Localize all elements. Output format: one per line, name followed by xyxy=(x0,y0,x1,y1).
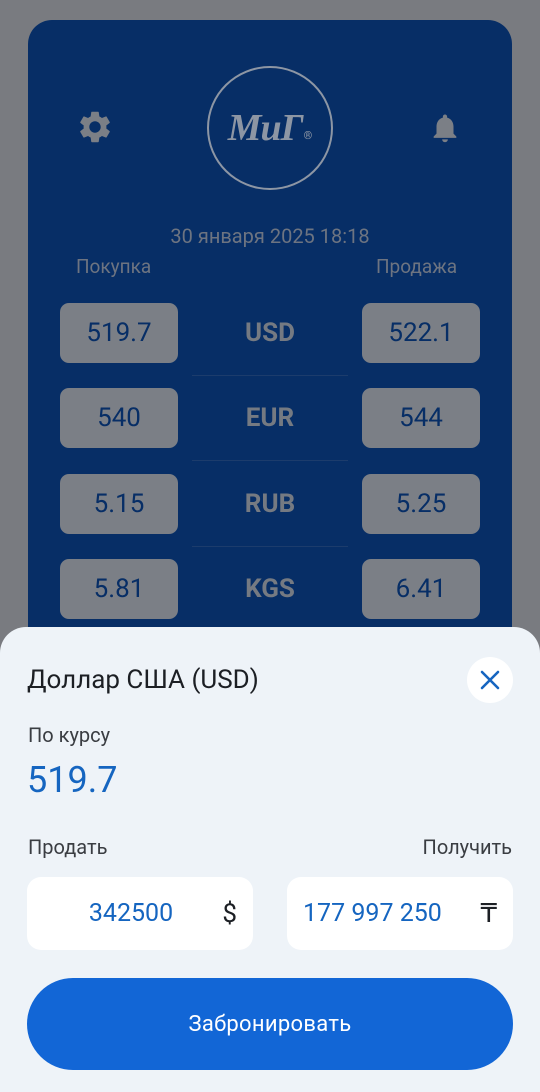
eur-sell-rate[interactable]: 544 xyxy=(362,388,480,448)
sell-amount-field[interactable]: $ xyxy=(27,877,253,950)
usd-currency-code: USD xyxy=(244,318,296,348)
eur-currency-code: EUR xyxy=(245,403,295,433)
dollar-sign: $ xyxy=(222,898,237,929)
gear-icon xyxy=(80,111,110,143)
kgs-currency-code: KGS xyxy=(245,574,295,604)
bell-icon xyxy=(433,114,457,143)
get-label: Получить xyxy=(422,835,512,859)
row-divider xyxy=(192,546,348,547)
kgs-buy-rate[interactable]: 5.81 xyxy=(60,559,178,619)
eur-buy-rate[interactable]: 540 xyxy=(60,388,178,448)
settings-button[interactable] xyxy=(76,108,114,146)
rub-buy-rate[interactable]: 5.15 xyxy=(60,474,178,534)
book-button[interactable]: Забронировать xyxy=(27,978,513,1070)
rate-value: 519.7 xyxy=(27,759,118,801)
usd-buy-rate[interactable]: 519.7 xyxy=(60,303,178,363)
tenge-sign: ₸ xyxy=(480,898,497,929)
sell-amount-input[interactable] xyxy=(27,899,253,928)
get-amount-field[interactable]: ₸ xyxy=(287,877,513,950)
logo-text: МиГ xyxy=(227,107,304,149)
close-button[interactable] xyxy=(467,657,513,703)
rates-datetime: 30 января 2025 18:18 xyxy=(170,224,370,248)
sell-column-header: Продажа xyxy=(376,255,458,278)
rub-sell-rate[interactable]: 5.25 xyxy=(362,474,480,534)
buy-column-header: Покупка xyxy=(76,255,152,278)
notifications-button[interactable] xyxy=(428,110,462,146)
get-amount-input[interactable] xyxy=(287,899,513,928)
logo-registered-mark: ® xyxy=(303,128,313,142)
row-divider xyxy=(192,375,348,376)
sheet-title: Доллар США (USD) xyxy=(27,665,259,695)
sell-label: Продать xyxy=(28,835,108,859)
rate-label: По курсу xyxy=(28,723,111,747)
kgs-sell-rate[interactable]: 6.41 xyxy=(362,559,480,619)
mig-logo: МиГ ® xyxy=(207,66,333,190)
close-icon xyxy=(480,670,500,690)
exchange-bottom-sheet: Доллар США (USD) По курсу 519.7 Продать … xyxy=(0,627,540,1092)
row-divider xyxy=(192,460,348,461)
usd-sell-rate[interactable]: 522.1 xyxy=(362,303,480,363)
rub-currency-code: RUB xyxy=(244,489,296,519)
